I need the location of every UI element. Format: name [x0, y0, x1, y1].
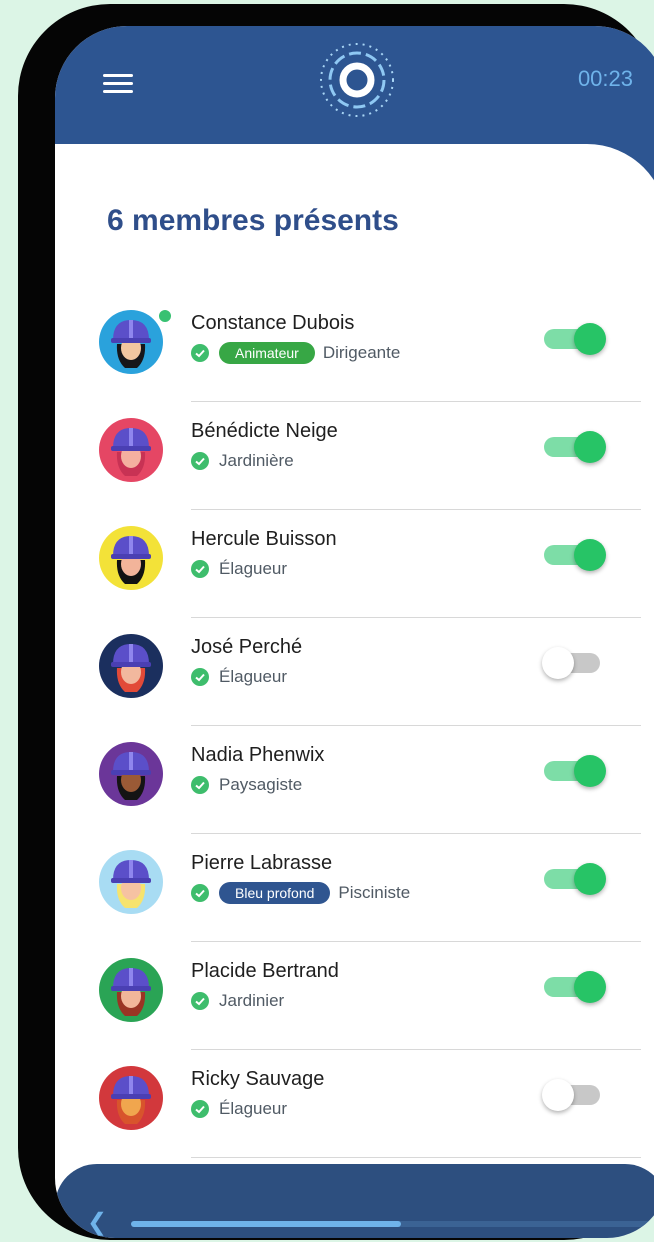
member-badge: Animateur [219, 342, 315, 364]
member-row[interactable]: Hercule Buisson Élagueur [99, 510, 641, 618]
check-circle-icon [191, 1100, 209, 1118]
presence-toggle[interactable] [542, 645, 604, 681]
app-screen: 00:23 6 membres présents Constance Duboi… [55, 26, 654, 1238]
member-details: Paysagiste [191, 772, 302, 798]
member-name: Ricky Sauvage [191, 1068, 325, 1090]
check-circle-icon [191, 668, 209, 686]
member-role: Jardinier [219, 991, 285, 1010]
member-role: Paysagiste [219, 775, 303, 794]
progress-bar [131, 1221, 651, 1227]
member-name: Bénédicte Neige [191, 420, 338, 442]
member-row[interactable]: Constance Dubois Animateur Dirigeante [99, 294, 641, 402]
member-details: Bleu profond Pisciniste [191, 880, 410, 906]
member-name: Hercule Buisson [191, 528, 337, 550]
member-avatar [99, 1066, 163, 1130]
online-status-dot [157, 308, 173, 324]
member-avatar [99, 526, 163, 590]
presence-toggle[interactable] [542, 321, 606, 357]
member-details: Élagueur [191, 664, 287, 690]
member-details: Animateur Dirigeante [191, 340, 400, 366]
presence-toggle[interactable] [542, 861, 606, 897]
session-timer: 00:23 [577, 66, 633, 91]
member-row[interactable]: José Perché Élagueur [99, 618, 641, 726]
members-sheet: 6 membres présents Constance Dubois Anim… [55, 144, 654, 1176]
member-name: Nadia Phenwix [191, 744, 325, 766]
presence-toggle[interactable] [542, 537, 606, 573]
member-name: Placide Bertrand [191, 960, 339, 982]
member-row[interactable]: Nadia Phenwix Paysagiste [99, 726, 641, 834]
member-row[interactable]: Placide Bertrand Jardinier [99, 942, 641, 1050]
member-role: Élagueur [219, 1099, 288, 1118]
member-avatar [99, 634, 163, 698]
member-avatar [99, 310, 163, 374]
member-role: Pisciniste [338, 883, 411, 902]
check-circle-icon [191, 884, 209, 902]
member-role: Jardinière [219, 451, 294, 470]
chevron-left-icon[interactable]: ❮ [87, 1208, 107, 1237]
check-circle-icon [191, 992, 209, 1010]
phone-frame: 00:23 6 membres présents Constance Duboi… [18, 4, 654, 1240]
check-circle-icon [191, 560, 209, 578]
member-row[interactable]: Ricky Sauvage Élagueur [99, 1050, 641, 1158]
member-role: Dirigeante [322, 343, 401, 362]
check-circle-icon [191, 344, 209, 362]
member-name: Constance Dubois [191, 312, 355, 334]
progress-fill [131, 1221, 402, 1227]
page-title: 6 membres présents [107, 204, 399, 237]
member-badge: Bleu profond [219, 882, 331, 904]
member-avatar [99, 958, 163, 1022]
presence-toggle[interactable] [542, 429, 606, 465]
member-role: Élagueur [219, 667, 288, 686]
member-name: José Perché [191, 636, 303, 658]
member-name: Pierre Labrasse [191, 852, 333, 874]
member-row[interactable]: Pierre Labrasse Bleu profond Pisciniste [99, 834, 641, 942]
check-circle-icon [191, 452, 209, 470]
member-details: Jardinière [191, 448, 294, 474]
row-divider [191, 1157, 641, 1158]
member-role: Élagueur [219, 559, 288, 578]
member-details: Jardinier [191, 988, 284, 1014]
presence-toggle[interactable] [542, 969, 606, 1005]
bottom-bar: ❮ [55, 1164, 654, 1238]
app-logo-icon [320, 43, 394, 117]
presence-toggle[interactable] [542, 753, 606, 789]
member-details: Élagueur [191, 556, 287, 582]
hamburger-menu-icon[interactable] [103, 74, 133, 94]
presence-toggle[interactable] [542, 1077, 604, 1113]
check-circle-icon [191, 776, 209, 794]
member-avatar [99, 418, 163, 482]
member-row[interactable]: Bénédicte Neige Jardinière [99, 402, 641, 510]
member-avatar [99, 850, 163, 914]
member-details: Élagueur [191, 1096, 287, 1122]
member-avatar [99, 742, 163, 806]
